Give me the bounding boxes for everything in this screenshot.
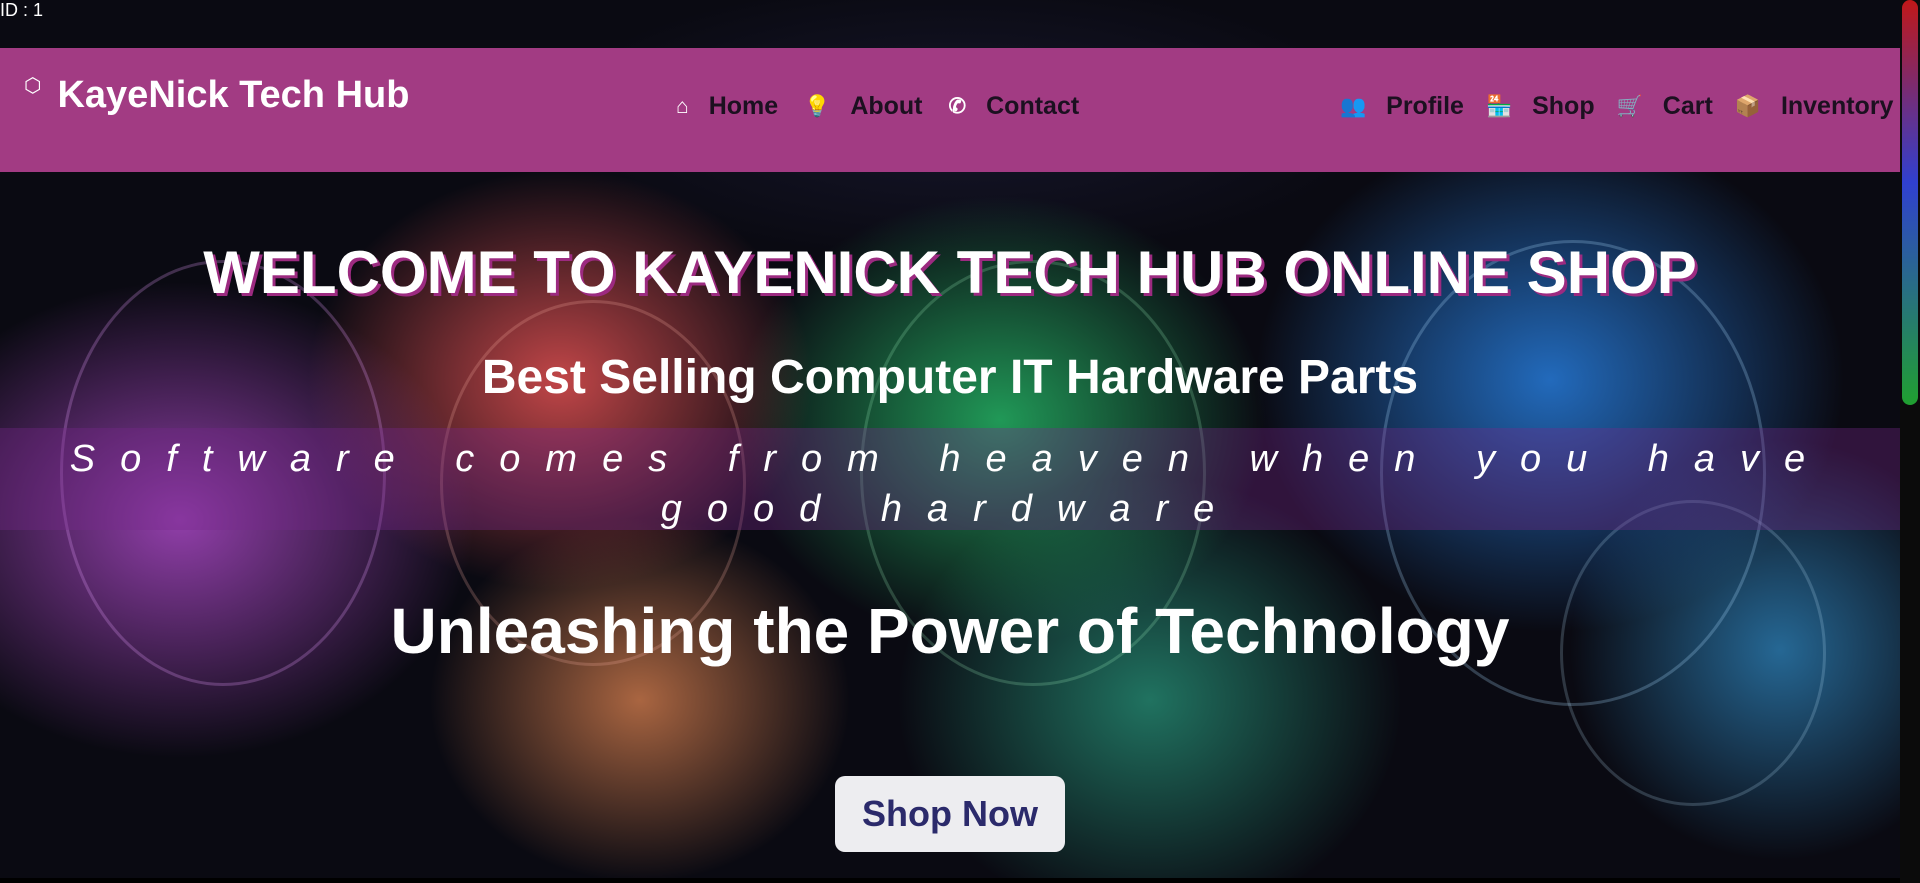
hero-tagline: Unleashing the Power of Technology	[390, 595, 1510, 667]
nav-item-shop[interactable]: 🏪 Shop	[1486, 92, 1595, 121]
phone-icon: ✆	[948, 95, 967, 118]
users-icon: 👥	[1340, 94, 1367, 118]
shop-now-button[interactable]: Shop Now	[835, 776, 1065, 852]
nav-item-home[interactable]: ⌂ Home	[676, 92, 778, 121]
nav-item-label: Profile	[1386, 92, 1464, 120]
nav-item-contact[interactable]: ✆ Contact	[949, 92, 1080, 121]
nav-item-label: Contact	[986, 92, 1080, 120]
nav-item-label: Inventory	[1780, 92, 1894, 120]
nav-item-label: Cart	[1662, 92, 1713, 120]
hero-welcome-heading: WELCOME TO KAYENICK TECH HUB ONLINE SHOP	[203, 239, 1697, 306]
nav-item-label: Home	[708, 92, 779, 120]
scrollbar[interactable]	[1900, 0, 1920, 883]
store-icon: 🏪	[1485, 94, 1513, 118]
home-icon: ⌂	[676, 94, 689, 118]
brand[interactable]: ⬡ KayeNick Tech Hub	[24, 74, 409, 117]
cart-icon: 🛒	[1616, 94, 1643, 118]
nav-item-label: Shop	[1532, 92, 1595, 120]
nav-main-links: ⌂ Home 💡 About ✆ Contact	[676, 92, 1079, 121]
nav-user-links: 👥 Profile 🏪 Shop 🛒 Cart 📦 Inventory	[1340, 92, 1893, 121]
navbar: ⬡ KayeNick Tech Hub ⌂ Home 💡 About ✆ Con…	[0, 48, 1900, 172]
nav-item-cart[interactable]: 🛒 Cart	[1617, 92, 1713, 121]
brand-name: KayeNick Tech Hub	[57, 74, 410, 116]
nav-item-about[interactable]: 💡 About	[804, 92, 922, 121]
scrollbar-thumb[interactable]	[1902, 0, 1918, 405]
hero-quote: Software comes from heaven when you have…	[69, 438, 1831, 530]
lightbulb-icon: 💡	[804, 94, 831, 118]
nav-item-label: About	[850, 92, 923, 120]
id-label: ID : 1	[0, 0, 44, 20]
nav-item-inventory[interactable]: 📦 Inventory	[1735, 92, 1894, 121]
hero-subheading: Best Selling Computer IT Hardware Parts	[481, 351, 1419, 404]
hexagon-icon: ⬡	[24, 75, 42, 97]
nav-item-profile[interactable]: 👥 Profile	[1340, 92, 1464, 121]
box-icon: 📦	[1734, 94, 1761, 118]
